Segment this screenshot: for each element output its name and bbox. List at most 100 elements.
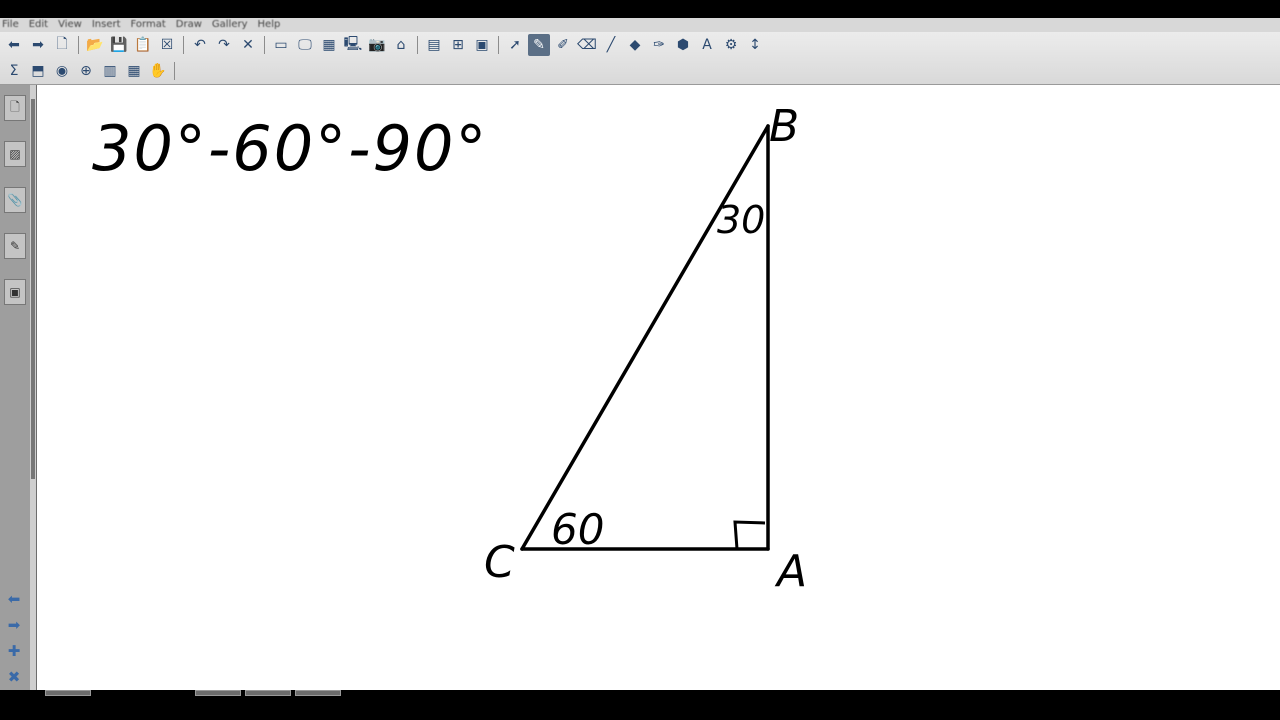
taskbar-tab[interactable] [195, 690, 241, 696]
select-arrow-button[interactable]: ➚ [504, 34, 526, 56]
expand-toolbar-button[interactable]: ↕ [744, 34, 766, 56]
side-tab-properties-tab[interactable]: ✎ [4, 233, 26, 259]
add-page-icon: 🗋 [56, 36, 68, 52]
sidebar-scrollbar[interactable] [30, 85, 36, 690]
shape-icon: ⬢ [676, 37, 690, 53]
sum-icon: Σ [9, 63, 19, 79]
redo-button[interactable]: ↷ [213, 34, 235, 56]
side-tab-bar: 🗋 ▨ 📎 ✎ ▣ ⬅ ➡ ✚ ✖ [0, 85, 37, 690]
widget-icon: ▣ [475, 37, 489, 53]
checkerboard-button[interactable]: ▦ [318, 34, 340, 56]
eraser-icon: ⌫ [577, 37, 597, 53]
hand-button[interactable]: ✋ [147, 60, 169, 82]
back-arrow-button[interactable]: ⬅ [3, 34, 25, 56]
add-page-button[interactable]: 🗋 [51, 34, 73, 56]
properties-icon: ⚙ [724, 37, 738, 53]
back-arrow-icon: ⬅ [8, 37, 20, 53]
capture-icon: ⬒ [31, 63, 45, 79]
side-tab-attachments[interactable]: 📎 [4, 187, 26, 213]
sidebar-scroll-thumb[interactable] [31, 99, 35, 479]
fill-bucket-icon: ◉ [55, 63, 69, 79]
globe-button[interactable]: ⊕ [75, 60, 97, 82]
handwritten-title[interactable]: 30°-60°-90° [92, 112, 488, 185]
menu-gallery[interactable]: Gallery [212, 18, 248, 32]
right-angle-mark[interactable] [733, 520, 766, 550]
add-page-bottom-button[interactable]: ✚ [4, 641, 24, 661]
screen-shade-button[interactable]: ▭ [270, 34, 292, 56]
angle-label-c[interactable]: 60 [551, 505, 604, 554]
pen-icon: ✎ [533, 37, 545, 53]
text-button[interactable]: A [696, 34, 718, 56]
screen-bottom-border [0, 690, 1280, 720]
projector-button[interactable]: ⌂ [390, 34, 412, 56]
monitor-icon: 🖳 [343, 36, 363, 52]
vertex-label-b[interactable]: B [769, 101, 799, 152]
gallery-icon: ▨ [9, 147, 21, 161]
toolbar-row-2: Σ ⬒ ◉ ⊕ ▥ ▦ ✋ [2, 59, 179, 83]
side-tab-addons[interactable]: ▣ [4, 279, 26, 305]
grid-button[interactable]: ▦ [123, 60, 145, 82]
creative-pen-button[interactable]: ✐ [552, 34, 574, 56]
camera-button[interactable]: 📷 [366, 34, 388, 56]
insert-button[interactable]: ⊞ [447, 34, 469, 56]
fill-button[interactable]: ◆ [624, 34, 646, 56]
add-page-bottom-icon: ✚ [7, 642, 21, 660]
pen-button[interactable]: ✎ [528, 34, 550, 56]
sum-button[interactable]: Σ [3, 60, 25, 82]
page-sorter-icon: 🗋 [10, 99, 20, 114]
open-folder-button[interactable]: 📂 [84, 34, 106, 56]
table-button[interactable]: ▤ [423, 34, 445, 56]
widget-button[interactable]: ▣ [471, 34, 493, 56]
capture-button[interactable]: ⬒ [27, 60, 49, 82]
eraser-button[interactable]: ⌫ [576, 34, 598, 56]
delete-page-button[interactable]: ✖ [4, 667, 24, 687]
vertex-label-a[interactable]: A [774, 546, 807, 597]
next-page-button[interactable]: ➡ [4, 615, 24, 635]
side-tab-page-sorter[interactable]: 🗋 [4, 95, 26, 121]
menu-draw[interactable]: Draw [176, 18, 202, 32]
vertex-label-c[interactable]: C [484, 537, 515, 588]
toolbar-separator [417, 36, 418, 54]
menu-edit[interactable]: Edit [29, 18, 48, 32]
properties-button[interactable]: ⚙ [720, 34, 742, 56]
taskbar-tab[interactable] [245, 690, 291, 696]
undo-button[interactable]: ↶ [189, 34, 211, 56]
magic-pen-button[interactable]: ✑ [648, 34, 670, 56]
next-page-icon: ➡ [7, 616, 21, 634]
menu-insert[interactable]: Insert [92, 18, 121, 32]
menu-file[interactable]: File [2, 18, 19, 32]
smart-notebook-window: File Edit View Insert Format Draw Galler… [0, 0, 1280, 720]
display-button[interactable]: 🖵 [294, 34, 316, 56]
table-icon: ▤ [427, 37, 441, 53]
clear-page-button[interactable]: ☒ [156, 34, 178, 56]
expand-toolbar-icon: ↕ [749, 37, 761, 53]
creative-pen-icon: ✐ [557, 37, 569, 53]
open-folder-icon: 📂 [86, 37, 104, 53]
insert-icon: ⊞ [452, 37, 464, 53]
menu-help[interactable]: Help [258, 18, 281, 32]
taskbar-tab[interactable] [45, 690, 91, 696]
fill-bucket-button[interactable]: ◉ [51, 60, 73, 82]
previous-page-button[interactable]: ⬅ [4, 589, 24, 609]
forward-arrow-icon: ➡ [32, 37, 44, 53]
hypotenuse-line[interactable] [520, 124, 770, 551]
document-button[interactable]: ▥ [99, 60, 121, 82]
addons-icon: ▣ [9, 285, 21, 299]
side-tab-gallery[interactable]: ▨ [4, 141, 26, 167]
menu-format[interactable]: Format [131, 18, 166, 32]
hand-icon: ✋ [149, 63, 167, 79]
globe-icon: ⊕ [80, 63, 92, 79]
toolbar-separator [183, 36, 184, 54]
whiteboard-canvas[interactable]: 30°-60°-90° B C A 30 60 [37, 85, 1280, 690]
delete-button[interactable]: ✕ [237, 34, 259, 56]
angle-label-b[interactable]: 30 [717, 198, 765, 242]
paste-button[interactable]: 📋 [132, 34, 154, 56]
line-button[interactable]: ╱ [600, 34, 622, 56]
monitor-button[interactable]: 🖳 [342, 34, 364, 56]
checkerboard-icon: ▦ [322, 37, 336, 53]
save-button[interactable]: 💾 [108, 34, 130, 56]
shape-button[interactable]: ⬢ [672, 34, 694, 56]
taskbar-tab[interactable] [295, 690, 341, 696]
forward-arrow-button[interactable]: ➡ [27, 34, 49, 56]
menu-view[interactable]: View [58, 18, 82, 32]
